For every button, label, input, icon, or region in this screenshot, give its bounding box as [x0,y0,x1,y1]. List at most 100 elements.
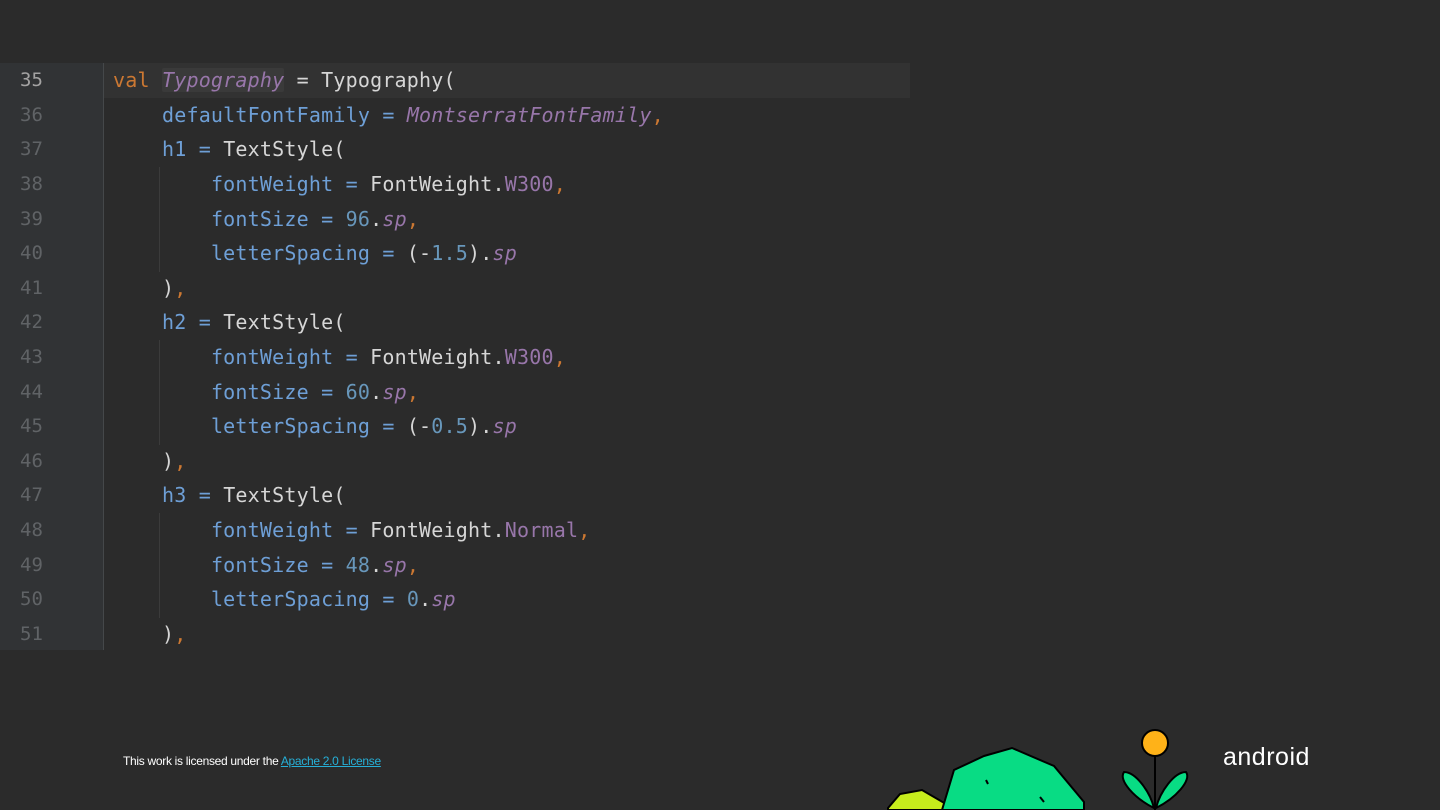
code-token: letterSpacing [210,241,371,266]
code-token: , [406,552,420,577]
code-line[interactable]: 40 letterSpacing = (- 1.5). sp [0,236,910,271]
code-token: . [370,379,383,404]
code-line[interactable]: 37 h1 = TextStyle( [0,132,910,167]
code-text[interactable]: fontSize = 60. sp, [104,374,910,409]
code-line[interactable]: 45 letterSpacing = (- 0.5). sp [0,409,910,444]
code-token: , [578,518,591,543]
code-text[interactable]: h2 = TextStyle( [104,305,910,340]
code-token: ). [468,241,493,266]
code-token: = [370,241,407,266]
code-token: FontWeight. [370,345,505,370]
line-number: 51 [20,622,43,645]
code-text[interactable]: fontWeight = FontWeight. W300, [104,340,910,375]
code-token: , [174,448,187,473]
code-token: TextStyle( [223,137,346,162]
code-token: fontSize [210,206,309,231]
code-line[interactable]: 42 h2 = TextStyle( [0,305,910,340]
code-token: = [186,483,224,508]
code-line[interactable]: 38 fontWeight = FontWeight. W300, [0,167,910,202]
license-link[interactable]: Apache 2.0 License [281,754,381,768]
code-token: ) [161,275,175,300]
code-token: 48 [345,552,371,577]
line-number: 46 [20,449,43,472]
code-line[interactable]: 46 ), [0,444,910,479]
code-token: = [308,379,346,404]
code-line[interactable]: 44 fontSize = 60. sp, [0,374,910,409]
android-logo: android [1223,743,1310,771]
code-line[interactable]: 47 h3 = TextStyle( [0,478,910,513]
code-token: (- [406,241,432,266]
code-line[interactable]: 48 fontWeight = FontWeight. Normal, [0,513,910,548]
code-line[interactable]: 35 val Typography = Typography( [0,63,910,98]
indent-guide [159,513,160,618]
line-number: 35 [20,69,43,92]
code-line[interactable]: 39 fontSize = 96. sp, [0,201,910,236]
code-line[interactable]: 36 defaultFontFamily = MontserratFontFam… [0,98,910,133]
code-token: ) [161,448,175,473]
code-text[interactable]: letterSpacing = (- 1.5). sp [104,236,910,271]
code-token: 96 [345,206,371,231]
code-token: = [370,102,407,127]
code-token: = [186,310,224,335]
code-line[interactable]: 51 ), [0,617,910,652]
code-line[interactable]: 41 ), [0,271,910,306]
code-token: h1 [161,137,187,162]
code-token: . [419,587,432,612]
code-text[interactable]: h1 = TextStyle( [104,132,910,167]
code-token: letterSpacing [210,414,371,439]
code-text[interactable]: letterSpacing = (- 0.5). sp [104,409,910,444]
code-token: , [406,379,420,404]
code-token: sp [492,414,517,439]
code-token: h3 [161,483,187,508]
code-token: Normal [504,518,579,543]
code-token: = [308,552,346,577]
code-text[interactable]: ), [104,271,910,306]
line-number: 49 [20,553,43,576]
code-token: TextStyle( [223,483,346,508]
code-text[interactable]: fontSize = 48. sp, [104,547,910,582]
code-token: val [113,68,162,93]
code-text[interactable]: defaultFontFamily = MontserratFontFamily… [104,98,910,133]
code-token: = [370,587,407,612]
code-token: TextStyle( [223,310,346,335]
code-token: fontWeight [210,172,334,197]
code-text[interactable]: h3 = TextStyle( [104,478,910,513]
code-text[interactable]: fontWeight = FontWeight. Normal, [104,513,910,548]
code-token: fontWeight [210,345,334,370]
code-line[interactable]: 49 fontSize = 48. sp, [0,547,910,582]
code-token: sp [431,587,456,612]
code-text[interactable]: fontSize = 96. sp, [104,201,910,236]
code-token: 0 [406,587,420,612]
code-token: letterSpacing [210,587,371,612]
code-token: , [174,621,187,646]
code-text[interactable]: letterSpacing = 0. sp [104,582,910,617]
code-token: FontWeight. [370,518,505,543]
code-token: sp [382,206,407,231]
code-editor[interactable]: 35 val Typography = Typography(36 default… [0,63,910,650]
line-number: 41 [20,276,43,299]
code-text[interactable]: val Typography = Typography( [104,63,910,98]
code-text[interactable]: ), [104,444,910,479]
code-token: , [174,275,187,300]
code-line[interactable]: 43 fontWeight = FontWeight. W300, [0,340,910,375]
line-number: 48 [20,519,43,542]
code-token: sp [492,241,517,266]
line-number: 38 [20,173,43,196]
code-text[interactable]: fontWeight = FontWeight. W300, [104,167,910,202]
license-notice: This work is licensed under the Apache 2… [123,754,381,768]
code-text[interactable]: ), [104,617,910,652]
code-token: (- [406,414,432,439]
code-line[interactable]: 50 letterSpacing = 0. sp [0,582,910,617]
